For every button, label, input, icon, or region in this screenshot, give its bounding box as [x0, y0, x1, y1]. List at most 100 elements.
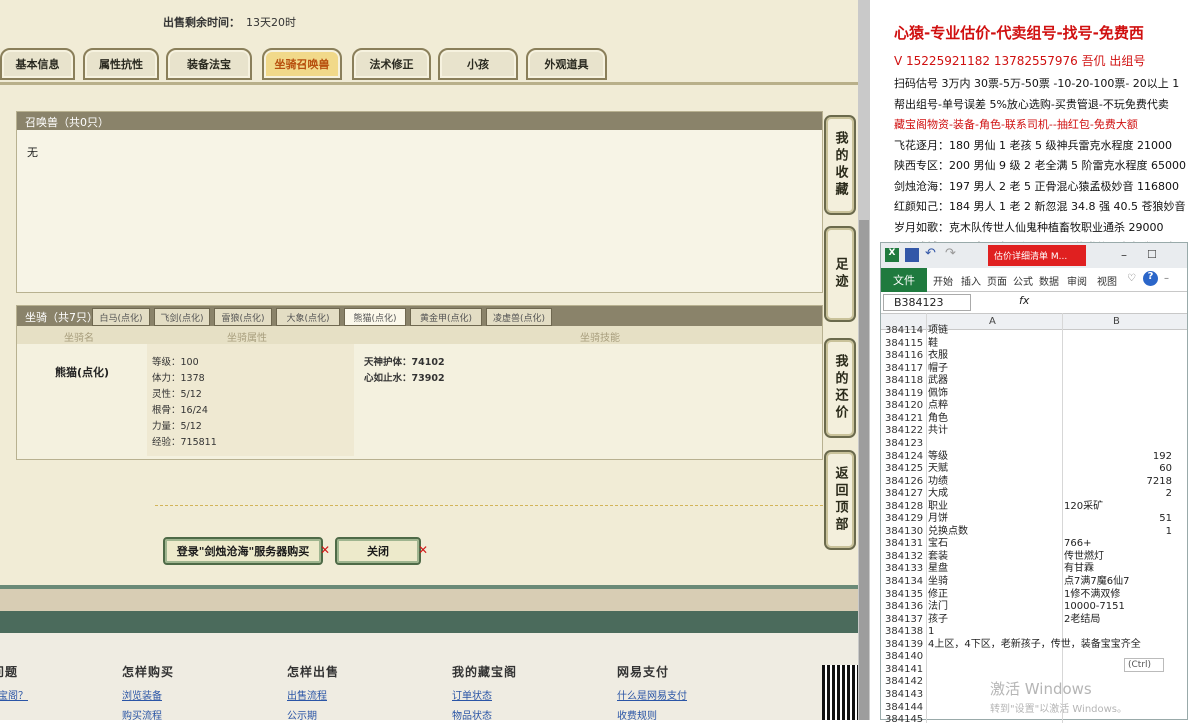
footer-link[interactable]: 出售流程 — [287, 687, 327, 702]
file-tab[interactable]: 文件 — [881, 268, 927, 292]
footer-link[interactable]: 购买流程 — [122, 707, 162, 720]
ribbon-tab[interactable]: 审阅 — [1067, 273, 1087, 288]
row-number[interactable]: 384144 — [885, 702, 923, 715]
cell-b[interactable]: 192 — [1064, 451, 1172, 464]
cell-b[interactable]: 有甘霖 — [1064, 563, 1094, 576]
cell-a[interactable]: 1 — [928, 626, 934, 639]
ribbon-tab[interactable]: 视图 — [1097, 273, 1117, 288]
footer-link[interactable]: 什么是网易支付 — [617, 687, 687, 702]
tab-6[interactable]: 外观道具 — [526, 48, 607, 80]
close-button[interactable]: 关闭 — [335, 537, 421, 565]
row-number[interactable]: 384128 — [885, 501, 923, 514]
row-number[interactable]: 384124 — [885, 451, 923, 464]
buy-button[interactable]: 登录"剑烛沧海"服务器购买 — [163, 537, 323, 565]
ribbon-tab[interactable]: 页面 — [987, 273, 1007, 288]
ribbon-tab[interactable]: 数据 — [1039, 273, 1059, 288]
cell-a[interactable]: 帽子 — [928, 363, 948, 376]
row-number[interactable]: 384118 — [885, 375, 923, 388]
tab-3[interactable]: 坐骑召唤兽 — [262, 48, 342, 80]
row-number[interactable]: 384123 — [885, 438, 923, 451]
side-button-0[interactable]: 我的收藏 — [824, 115, 856, 215]
cell-a[interactable]: 套装 — [928, 551, 948, 564]
cell-a[interactable]: 大成 — [928, 488, 948, 501]
row-number[interactable]: 384133 — [885, 563, 923, 576]
footer-link[interactable]: 物品状态 — [452, 707, 492, 720]
mount-tab-6[interactable]: 凌虚兽(点化) — [486, 308, 552, 326]
row-number[interactable]: 384126 — [885, 476, 923, 489]
row-number[interactable]: 384121 — [885, 413, 923, 426]
help-icon[interactable]: ? — [1143, 271, 1158, 286]
tab-1[interactable]: 属性抗性 — [83, 48, 159, 80]
cell-a[interactable]: 月饼 — [928, 513, 948, 526]
cell-b[interactable]: 51 — [1064, 513, 1172, 526]
cell-a[interactable]: 职业 — [928, 501, 948, 514]
tab-5[interactable]: 小孩 — [438, 48, 518, 80]
cell-a[interactable]: 项链 — [928, 325, 948, 338]
tab-2[interactable]: 装备法宝 — [166, 48, 252, 80]
maximize-icon[interactable]: ☐ — [1147, 248, 1161, 262]
name-box[interactable]: B384123 — [883, 294, 971, 311]
row-number[interactable]: 384114 — [885, 325, 923, 338]
cell-a[interactable]: 坐骑 — [928, 576, 948, 589]
row-number[interactable]: 384145 — [885, 714, 923, 727]
row-number[interactable]: 384129 — [885, 513, 923, 526]
row-number[interactable]: 384131 — [885, 538, 923, 551]
footer-link[interactable]: 收费规则 — [617, 707, 657, 720]
ribbon-tab[interactable]: 公式 — [1013, 273, 1033, 288]
cell-a[interactable]: 等级 — [928, 451, 948, 464]
cell-b[interactable]: 1 — [1064, 526, 1172, 539]
undo-icon[interactable]: ↶ — [925, 246, 939, 261]
row-number[interactable]: 384117 — [885, 363, 923, 376]
ribbon-minimize-icon[interactable]: – — [1164, 273, 1169, 284]
cell-a[interactable]: 点粹 — [928, 400, 948, 413]
cell-a[interactable]: 法门 — [928, 601, 948, 614]
cell-a[interactable]: 佩饰 — [928, 388, 948, 401]
minimize-icon[interactable]: – — [1121, 248, 1135, 262]
row-number[interactable]: 384115 — [885, 338, 923, 351]
cell-a[interactable]: 角色 — [928, 413, 948, 426]
row-number[interactable]: 384141 — [885, 664, 923, 677]
mount-tab-3[interactable]: 大象(点化) — [276, 308, 340, 326]
mount-tab-4[interactable]: 熊猫(点化) — [344, 308, 406, 326]
cell-a[interactable]: 天赋 — [928, 463, 948, 476]
row-number[interactable]: 384120 — [885, 400, 923, 413]
save-icon[interactable] — [905, 248, 919, 262]
row-number[interactable]: 384134 — [885, 576, 923, 589]
ribbon-tab[interactable]: 开始 — [933, 273, 953, 288]
row-number[interactable]: 384130 — [885, 526, 923, 539]
cell-b[interactable]: 点7满7魔6仙7 — [1064, 576, 1129, 589]
mount-tab-2[interactable]: 雷狼(点化) — [214, 308, 272, 326]
cell-a[interactable]: 星盘 — [928, 563, 948, 576]
cell-b[interactable]: 2老结局 — [1064, 614, 1100, 627]
row-number[interactable]: 384132 — [885, 551, 923, 564]
cell-a[interactable]: 鞋 — [928, 338, 938, 351]
heart-icon[interactable]: ♡ — [1127, 273, 1136, 284]
cell-b[interactable]: 1修不满双修 — [1064, 589, 1120, 602]
row-number[interactable]: 384137 — [885, 614, 923, 627]
row-number[interactable]: 384122 — [885, 425, 923, 438]
cell-a[interactable]: 修正 — [928, 589, 948, 602]
cell-b[interactable]: 60 — [1064, 463, 1172, 476]
tab-4[interactable]: 法术修正 — [352, 48, 431, 80]
cell-b[interactable]: 7218 — [1064, 476, 1172, 489]
cell-a[interactable]: 宝石 — [928, 538, 948, 551]
redo-icon[interactable]: ↷ — [945, 246, 959, 261]
fx-icon[interactable]: fx — [1019, 294, 1029, 307]
cell-b[interactable]: 2 — [1064, 488, 1172, 501]
row-number[interactable]: 384135 — [885, 589, 923, 602]
row-number[interactable]: 384138 — [885, 626, 923, 639]
footer-link[interactable]: 浏览装备 — [122, 687, 162, 702]
ribbon-tab[interactable]: 插入 — [961, 273, 981, 288]
cell-b[interactable]: 10000-7151 — [1064, 601, 1125, 614]
cell-b[interactable]: 传世燃灯 — [1064, 551, 1104, 564]
mount-tab-1[interactable]: 飞剑(点化) — [154, 308, 210, 326]
row-number[interactable]: 384116 — [885, 350, 923, 363]
cell-b[interactable]: 120采矿 — [1064, 501, 1103, 514]
tab-0[interactable]: 基本信息 — [0, 48, 75, 80]
row-number[interactable]: 384143 — [885, 689, 923, 702]
row-number[interactable]: 384140 — [885, 651, 923, 664]
footer-link[interactable]: 公示期 — [287, 707, 317, 720]
cell-a[interactable]: 功绩 — [928, 476, 948, 489]
side-button-3[interactable]: 返回顶部 — [824, 450, 856, 550]
cell-a[interactable]: 孩子 — [928, 614, 948, 627]
